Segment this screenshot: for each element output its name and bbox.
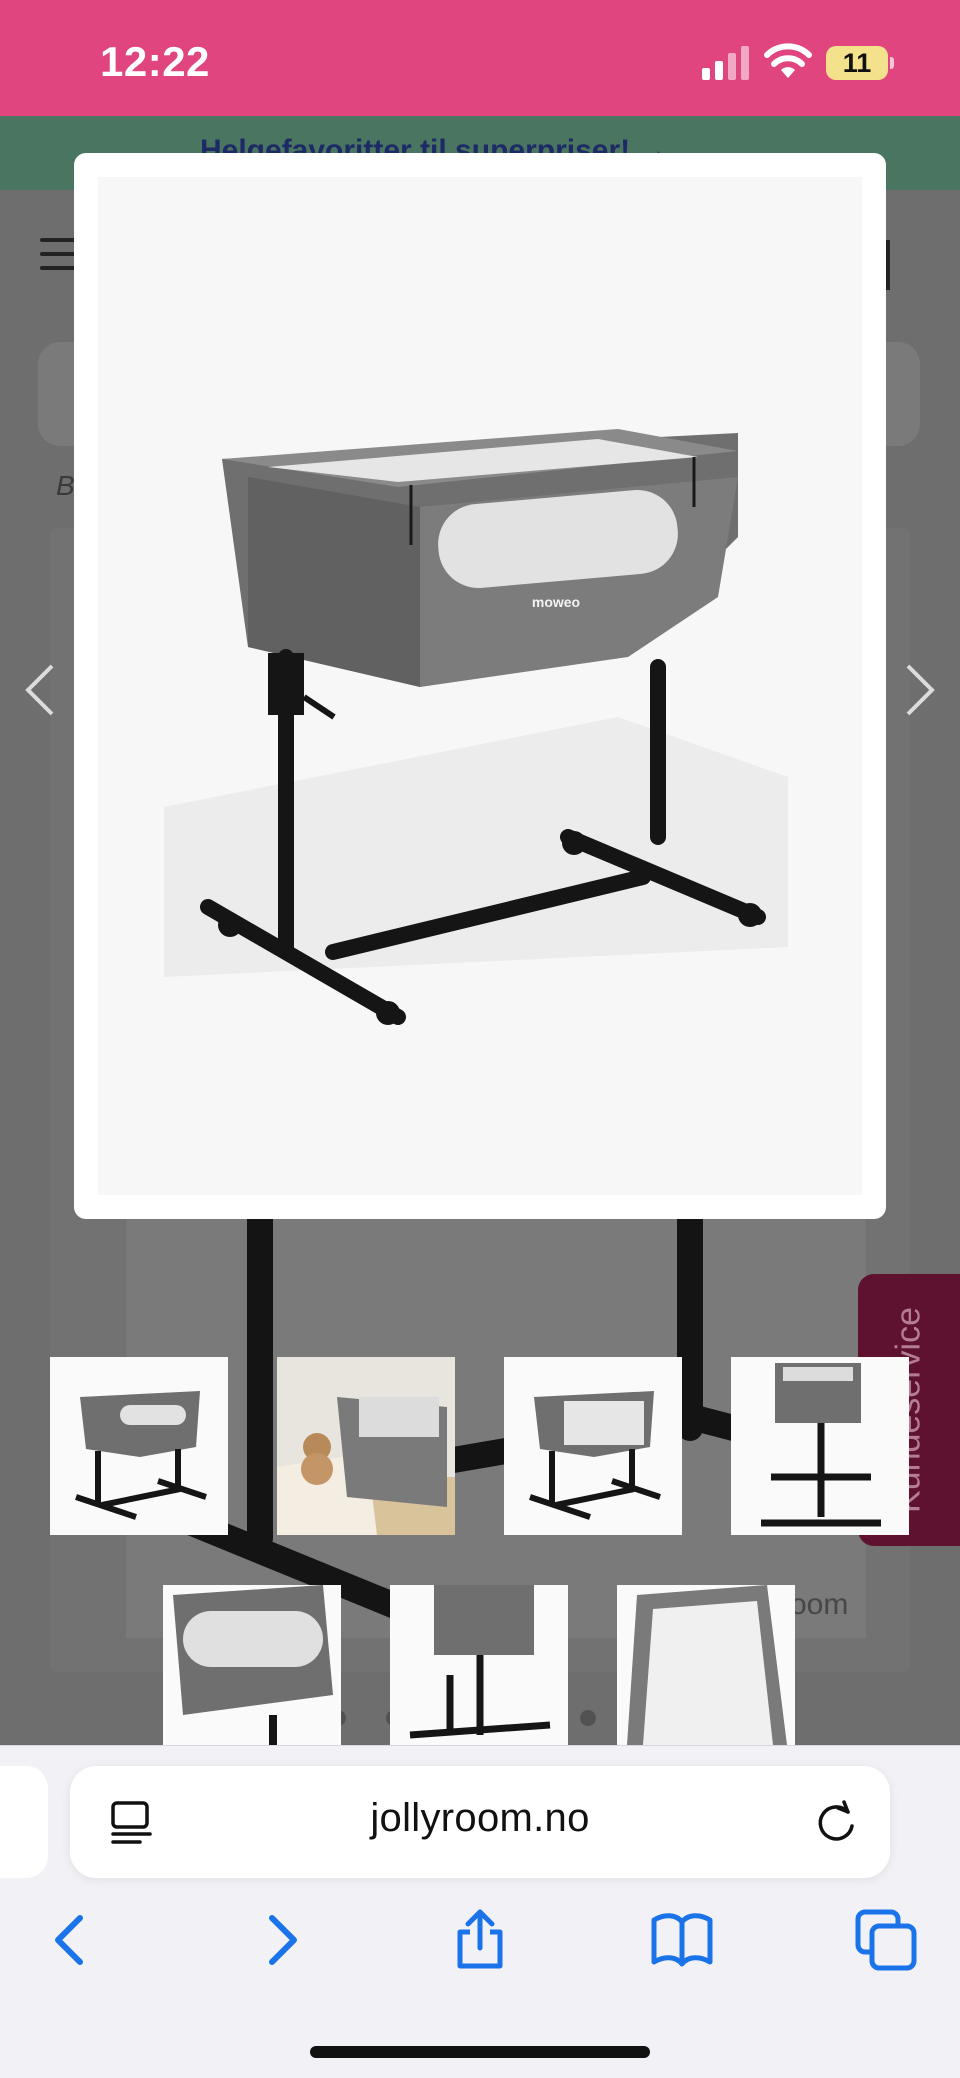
lightbox-image: moweo: [98, 177, 862, 1195]
image-lightbox: moweo: [74, 153, 886, 1219]
previous-tab-preview[interactable]: [0, 1766, 48, 1878]
thumbnail-bedroom-image: [277, 1357, 455, 1535]
breadcrumb[interactable]: B: [56, 470, 75, 502]
share-icon[interactable]: [448, 1908, 512, 1972]
bedside-crib-image: moweo: [164, 429, 788, 1025]
thumbnail-7[interactable]: [617, 1585, 795, 1745]
thumbnail-mattress-image: [617, 1585, 795, 1745]
url-text[interactable]: jollyroom.no: [200, 1796, 760, 1841]
thumbnail-4[interactable]: [731, 1357, 909, 1535]
thumbnail-5[interactable]: [163, 1585, 341, 1745]
thumbnail-window-closeup-image: [163, 1585, 341, 1745]
thumbnail-crib-open-side-image: [504, 1357, 682, 1535]
battery-level: 11: [842, 48, 872, 78]
thumbnail-crib-front-image: [50, 1357, 228, 1535]
home-indicator: [310, 2046, 650, 2058]
back-icon[interactable]: [40, 1908, 104, 1972]
thumbnail-3[interactable]: [504, 1357, 682, 1535]
product-caption-fragment: oom: [790, 1588, 849, 1621]
cellular-signal-icon: [702, 46, 749, 80]
thumbnail-legs-closeup-image: [390, 1585, 568, 1745]
gallery-prev-arrow-icon[interactable]: [20, 660, 60, 720]
crib-brand-label: moweo: [532, 594, 580, 610]
reload-icon[interactable]: [814, 1800, 858, 1844]
thumbnail-2[interactable]: [277, 1357, 455, 1535]
thumbnail-6[interactable]: [390, 1585, 568, 1745]
thumbnail-1[interactable]: [50, 1357, 228, 1535]
reader-mode-icon[interactable]: [110, 1800, 154, 1846]
status-time: 12:22: [100, 38, 210, 85]
bookmarks-icon[interactable]: [650, 1908, 714, 1972]
wifi-icon: [764, 43, 812, 78]
thumbnail-crib-raised-image: [731, 1357, 909, 1535]
forward-icon[interactable]: [248, 1908, 312, 1972]
gallery-next-arrow-icon[interactable]: [900, 660, 940, 720]
battery-icon: 11: [826, 46, 894, 80]
tabs-icon[interactable]: [854, 1908, 918, 1972]
